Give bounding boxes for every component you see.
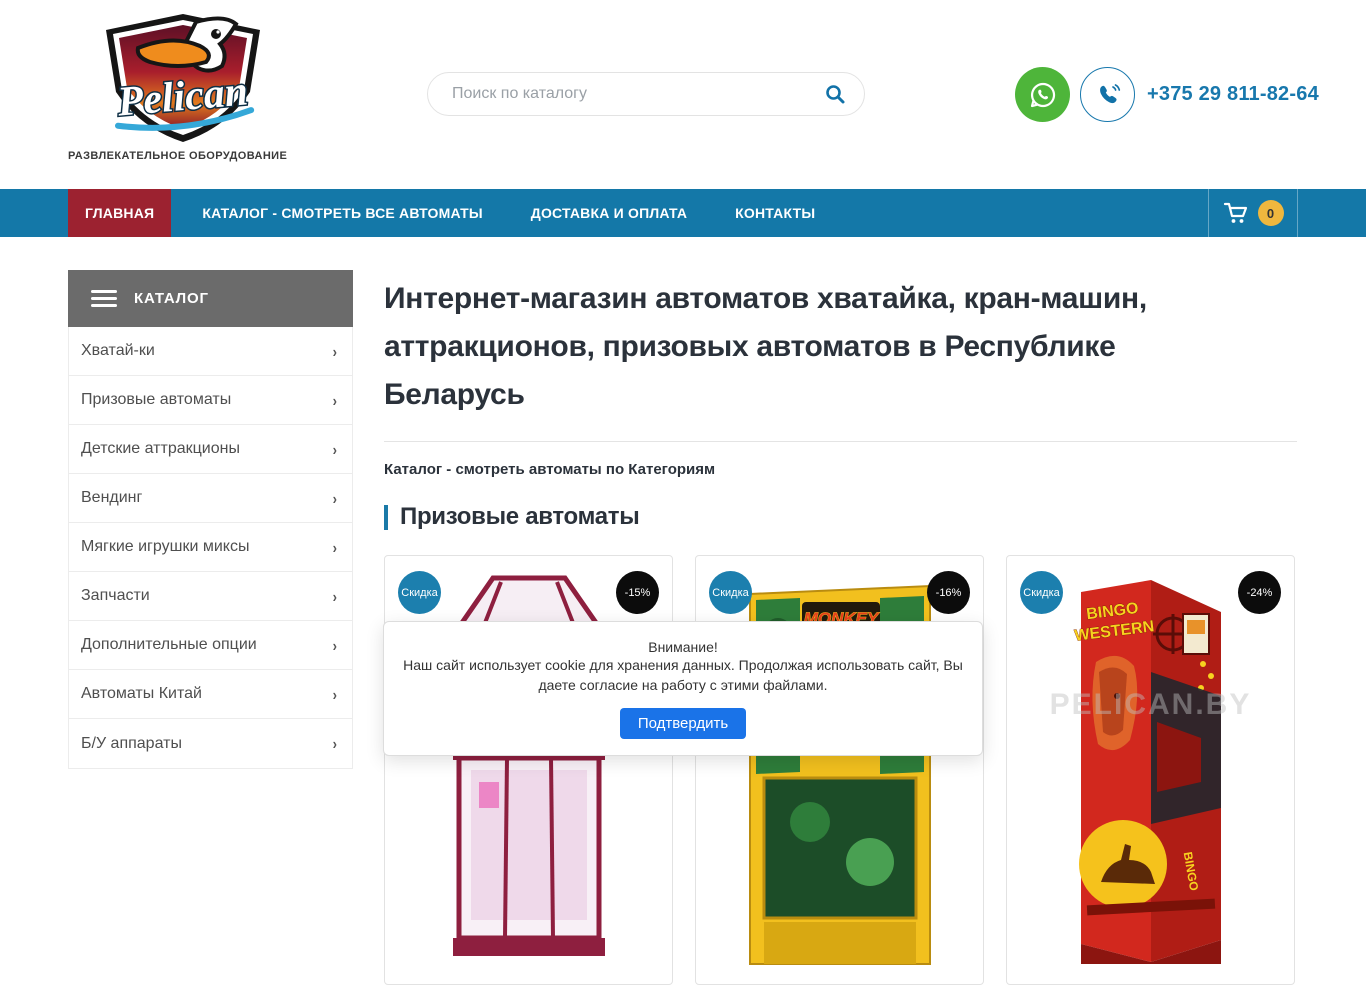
sidebar-item-bu[interactable]: Б/У аппараты › — [69, 719, 352, 768]
search-button[interactable] — [824, 83, 846, 105]
sidebar-item-myagkie[interactable]: Мягкие игрушки миксы › — [69, 523, 352, 572]
sidebar-item-kitai[interactable]: Автоматы Китай › — [69, 670, 352, 719]
section-header: Призовые автоматы — [384, 503, 1297, 531]
search-bar — [427, 72, 865, 116]
sidebar-item-detskie[interactable]: Детские аттракционы › — [69, 425, 352, 474]
product-card[interactable]: Скидка -24% PELICAN.BY BINGO WESTERN BIN… — [1006, 555, 1295, 985]
product-card[interactable]: Скидка -16% MONKEY SCISSORS — [695, 555, 984, 985]
catalog-sidebar-header[interactable]: КАТАЛОГ — [68, 270, 353, 327]
photo-watermark: PELICAN.BY — [1049, 688, 1252, 721]
phone-icon — [1099, 83, 1120, 103]
pelican-logo-icon: Pelican — [106, 14, 260, 142]
discount-badge: -24% — [1238, 571, 1281, 614]
product-card[interactable]: Скидка -15% — [384, 555, 673, 985]
catalog-sidebar: КАТАЛОГ Хватай-ки › Призовые автоматы › … — [68, 270, 353, 769]
chevron-right-icon: › — [332, 391, 337, 409]
discount-badge: -16% — [927, 571, 970, 614]
products-grid: Скидка -15% Скидка -16% MONKEY Скидка -2… — [384, 555, 1297, 985]
whatsapp-icon — [1030, 82, 1055, 107]
sale-badge: Скидка — [1020, 571, 1063, 614]
site-logo[interactable]: Pelican РАЗВЛЕКАТЕЛЬНОЕ ОБОРУДОВАНИЕ — [68, 8, 298, 162]
cookie-confirm-button[interactable]: Подтвердить — [619, 707, 747, 739]
sidebar-item-hvataiki[interactable]: Хватай-ки › — [69, 327, 352, 376]
section-title: Призовые автоматы — [400, 503, 640, 530]
discount-badge: -15% — [616, 571, 659, 614]
catalog-subtitle: Каталог - смотреть автоматы по Категория… — [384, 461, 716, 478]
sidebar-item-zapchasti[interactable]: Запчасти › — [69, 572, 352, 621]
phone-number[interactable]: +375 29 811-82-64 — [1147, 83, 1319, 106]
search-input[interactable] — [452, 85, 824, 103]
chevron-right-icon: › — [332, 489, 337, 507]
cart-button[interactable]: 0 — [1208, 189, 1298, 237]
sidebar-list: Хватай-ки › Призовые автоматы › Детские … — [68, 327, 353, 769]
chevron-right-icon: › — [332, 538, 337, 556]
sale-badge: Скидка — [709, 571, 752, 614]
chevron-right-icon: › — [332, 587, 337, 605]
search-icon — [826, 85, 845, 104]
header-contacts: +375 29 811-82-64 — [1015, 67, 1319, 122]
chevron-right-icon: › — [332, 342, 337, 360]
chevron-right-icon: › — [332, 734, 337, 753]
cart-count-badge: 0 — [1257, 200, 1284, 226]
section-accent-bar — [384, 504, 388, 530]
hamburger-icon — [91, 290, 117, 307]
sidebar-item-prizovye[interactable]: Призовые автоматы › — [69, 376, 352, 425]
nav-item-catalog[interactable]: КАТАЛОГ - СМОТРЕТЬ ВСЕ АВТОМАТЫ — [185, 189, 499, 237]
sidebar-title: КАТАЛОГ — [134, 290, 209, 307]
header: Pelican РАЗВЛЕКАТЕЛЬНОЕ ОБОРУДОВАНИЕ Пои… — [0, 0, 1366, 189]
main-navigation: ГЛАВНАЯ КАТАЛОГ - СМОТРЕТЬ ВСЕ АВТОМАТЫ … — [0, 189, 1366, 237]
nav-item-contacts[interactable]: КОНТАКТЫ — [718, 189, 832, 237]
chevron-right-icon: › — [332, 685, 337, 703]
cart-icon — [1223, 202, 1247, 223]
divider — [384, 441, 1297, 442]
sidebar-item-vending[interactable]: Вендинг › — [69, 474, 352, 523]
cookie-body: Наш сайт использует cookie для хранения … — [403, 657, 963, 693]
chevron-right-icon: › — [332, 636, 337, 654]
sidebar-item-opcii[interactable]: Дополнительные опции › — [69, 621, 352, 670]
cookie-notice: Внимание! Наш сайт использует cookie для… — [383, 621, 983, 756]
cookie-title: Внимание! — [648, 639, 718, 655]
product-image-bingo-western-machine: BINGO WESTERN BINGO — [1073, 580, 1221, 964]
logo-caption: РАЗВЛЕКАТЕЛЬНОЕ ОБОРУДОВАНИЕ — [68, 150, 288, 162]
page-title: Интернет-магазин автоматов хватайка, кра… — [384, 282, 1147, 411]
nav-item-delivery[interactable]: ДОСТАВКА И ОПЛАТА — [514, 189, 704, 237]
whatsapp-button[interactable] — [1015, 67, 1070, 122]
phone-button[interactable] — [1080, 67, 1135, 122]
chevron-right-icon: › — [332, 440, 337, 458]
nav-item-home[interactable]: ГЛАВНАЯ — [68, 189, 172, 237]
sale-badge: Скидка — [398, 571, 441, 614]
